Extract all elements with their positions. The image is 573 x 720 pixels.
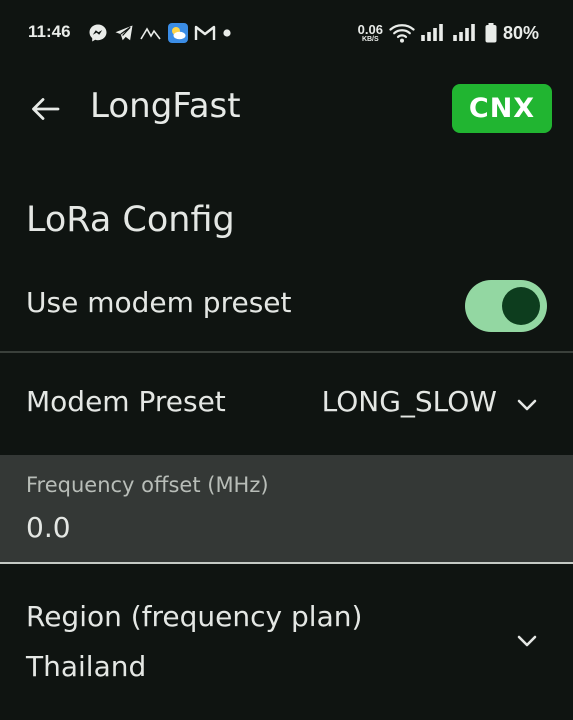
region-dropdown[interactable]: Region (frequency plan) Thailand <box>0 566 573 720</box>
modem-preset-value: LONG_SLOW <box>321 385 497 418</box>
activity-icon <box>140 27 161 40</box>
section-title: LoRa Config <box>26 200 235 240</box>
region-label: Region (frequency plan) <box>26 600 363 633</box>
frequency-offset-label: Frequency offset (MHz) <box>26 473 269 497</box>
network-speed-value: 0.06 <box>357 22 383 37</box>
chevron-down-icon <box>517 399 537 411</box>
signal-icon <box>421 24 443 41</box>
page-title: LongFast <box>90 86 241 126</box>
battery-percent: 80% <box>502 22 539 43</box>
chevron-down-icon <box>517 635 537 647</box>
modem-preset-dropdown[interactable]: Modem Preset LONG_SLOW <box>0 353 573 453</box>
weather-icon <box>168 23 188 43</box>
network-speed-unit: KB/S <box>361 36 379 43</box>
signal-icon <box>453 24 475 41</box>
modem-preset-label: Modem Preset <box>26 385 226 418</box>
battery-icon <box>485 23 497 43</box>
toggle-thumb <box>502 287 540 325</box>
telegram-icon <box>115 25 133 41</box>
frequency-offset-input[interactable]: 0.0 <box>26 511 71 544</box>
connection-status-badge[interactable]: CNX <box>452 84 552 133</box>
arrow-back-icon <box>32 98 60 120</box>
app-bar: LongFast CNX <box>0 66 573 152</box>
use-modem-preset-toggle[interactable] <box>465 280 547 332</box>
back-button[interactable] <box>22 88 68 130</box>
gmail-icon <box>194 25 216 40</box>
region-value: Thailand <box>26 650 147 683</box>
messenger-icon <box>89 24 107 42</box>
status-bar: 11:46 0.06 KB/S 80% <box>0 0 573 66</box>
use-modem-preset-row: Use modem preset <box>0 268 573 352</box>
frequency-offset-field[interactable]: Frequency offset (MHz) 0.0 <box>0 455 573 564</box>
status-time: 11:46 <box>28 22 71 41</box>
notification-icons <box>88 22 232 44</box>
network-speed: 0.06 KB/S <box>358 23 383 43</box>
use-modem-preset-label: Use modem preset <box>26 286 292 319</box>
wifi-icon <box>389 24 415 43</box>
system-icons: 0.06 KB/S 80% <box>358 20 539 46</box>
notification-dot-icon <box>223 29 231 37</box>
field-underline <box>0 562 573 564</box>
